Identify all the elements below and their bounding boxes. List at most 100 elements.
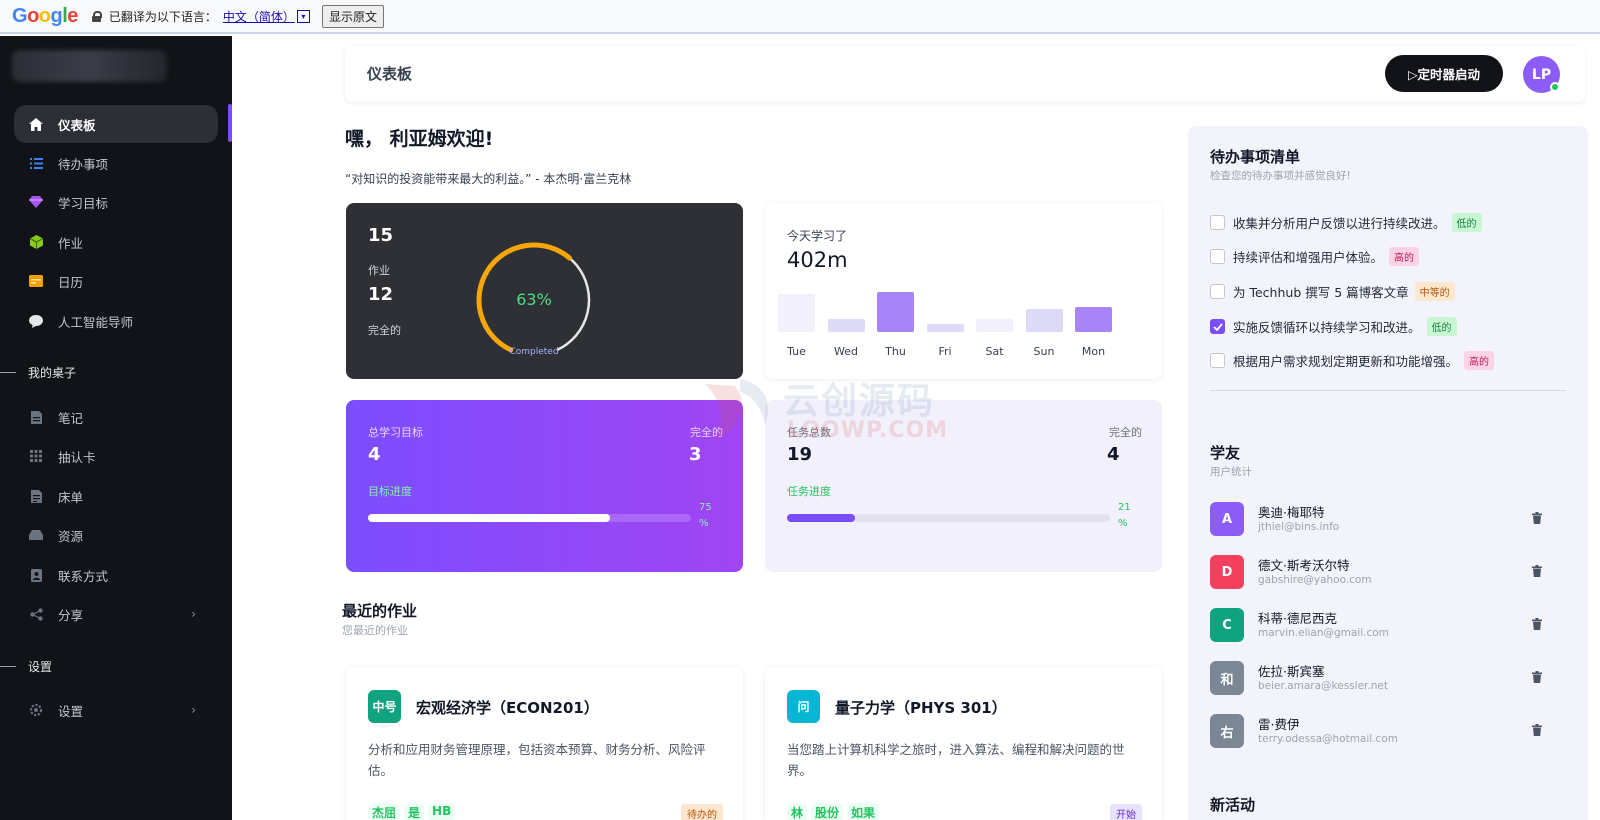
assignee-chip: 是 — [404, 803, 425, 820]
sidebar-item-label: 笔记 — [58, 410, 84, 426]
completion-caption: Completed — [509, 347, 559, 357]
study-bar-label: Wed — [834, 345, 858, 358]
sidebar-item-todo[interactable]: 待办事项 — [14, 144, 218, 182]
assignment-title: 量子力学（PHYS 301） — [835, 699, 1007, 717]
sidebar-item-flashcards[interactable]: 抽认卡 — [14, 437, 218, 475]
study-bar-label: Fri — [938, 345, 952, 358]
section-divider — [0, 666, 16, 667]
sidebar: 仪表板 待办事项 学习目标 作业 日历 人工智能导师 我的桌子 笔记 抽认卡 床… — [0, 36, 232, 820]
tasks-total: 19 — [787, 444, 813, 465]
trash-icon[interactable] — [1532, 724, 1542, 736]
translated-to-label: 已翻译为以下语言： — [108, 9, 217, 24]
assignment-card[interactable]: 问 量子力学（PHYS 301） 当您踏上计算机科学之旅时，进入算法、编程和解决… — [765, 667, 1162, 820]
tasks-completed: 4 — [1107, 444, 1120, 465]
studied-today-card: 今天学习了 402m Tue Wed Thu Fri Sat Sun Mon — [765, 203, 1162, 379]
language-dropdown-icon[interactable]: ▾ — [296, 9, 310, 23]
activity-title: 新活动 — [1210, 796, 1256, 814]
priority-badge: 低的 — [1426, 317, 1457, 336]
todo-text: 实施反馈循环以持续学习和改进。 — [1233, 320, 1421, 335]
top-header: 仪表板 ▷定时器启动 LP — [345, 46, 1585, 102]
sidebar-item-label: 抽认卡 — [58, 449, 96, 465]
sidebar-item-contacts[interactable]: 联系方式 — [14, 556, 218, 594]
todo-checkbox[interactable] — [1210, 353, 1225, 368]
todo-item[interactable]: 持续评估和增强用户体验。 高的 — [1210, 247, 1420, 266]
brand-logo[interactable] — [12, 50, 167, 82]
show-original-button[interactable]: 显示原文 — [321, 4, 384, 28]
sidebar-item-sheets[interactable]: 床单 — [14, 477, 218, 515]
sidebar-item-share[interactable]: 分享 › — [14, 595, 218, 633]
sidebar-item-dashboard[interactable]: 仪表板 — [14, 105, 218, 143]
friend-email: marvin.elian@gmail.com — [1258, 627, 1389, 639]
goals-completed-label: 完全的 — [690, 426, 723, 439]
study-bar-sat — [976, 319, 1013, 332]
friend-name: 德文·斯考沃尔特 — [1258, 558, 1350, 573]
assignee-chips: 林 股份 如果 — [787, 803, 880, 820]
section-label: 我的桌子 — [28, 366, 77, 380]
friend-avatar: C — [1210, 608, 1244, 642]
priority-badge: 中等的 — [1414, 282, 1455, 301]
friend-row: 右 雷·费伊 terry.odessa@hotmail.com — [1210, 712, 1560, 752]
todo-checkbox[interactable] — [1210, 319, 1225, 334]
tasks-total-label: 任务总数 — [787, 426, 831, 439]
study-bar-label: Tue — [787, 345, 806, 358]
todo-checkbox[interactable] — [1210, 284, 1225, 299]
assignee-chip: 林 — [787, 803, 808, 820]
diamond-icon — [28, 194, 44, 210]
friends-panel-subtitle: 用户统计 — [1210, 466, 1252, 478]
sidebar-item-settings[interactable]: 设置 › — [14, 691, 218, 729]
timer-start-button[interactable]: ▷定时器启动 — [1385, 55, 1503, 92]
sidebar-item-ai-tutor[interactable]: 人工智能导师 — [14, 302, 218, 340]
sidebar-item-label: 联系方式 — [58, 568, 109, 584]
goals-percent-value: 75 — [699, 502, 712, 513]
status-badge: 开始 — [1110, 804, 1142, 820]
todo-item[interactable]: 实施反馈循环以持续学习和改进。 低的 — [1210, 317, 1457, 336]
active-indicator — [228, 104, 232, 142]
goals-progress-percent: 75 % — [699, 500, 713, 532]
friend-row: D 德文·斯考沃尔特 gabshire@yahoo.com — [1210, 553, 1560, 593]
friend-row: A 奥迪·梅耶特 jthiel@bins.info — [1210, 500, 1560, 540]
sidebar-item-calendar[interactable]: 日历 — [14, 262, 218, 300]
todo-text: 根据用户需求规划定期更新和功能增强。 — [1233, 354, 1459, 369]
assignee-chip: 股份 — [811, 803, 844, 820]
todo-checkbox[interactable] — [1210, 249, 1225, 264]
completion-percent: 63% — [516, 290, 552, 309]
google-logo[interactable]: Google — [12, 5, 78, 28]
trash-icon[interactable] — [1532, 512, 1542, 524]
sidebar-item-notes[interactable]: 笔记 — [14, 398, 218, 436]
studied-today-value: 402m — [787, 248, 848, 272]
tasks-progress-percent: 21 % — [1118, 500, 1132, 532]
sidebar-item-goals[interactable]: 学习目标 — [14, 183, 218, 221]
check-icon — [1212, 322, 1223, 331]
study-bar-label: Sat — [985, 345, 1004, 358]
assignment-card[interactable]: 中号 宏观经济学（ECON201） 分析和应用财务管理原理，包括资本预算、财务分… — [346, 667, 743, 820]
todo-item[interactable]: 为 Techhub 撰写 5 篇博客文章 中等的 — [1210, 282, 1455, 301]
sidebar-item-label: 床单 — [58, 489, 84, 505]
section-divider — [0, 372, 16, 373]
friends-panel-title: 学友 — [1210, 444, 1241, 462]
trash-icon[interactable] — [1532, 671, 1542, 683]
lock-icon — [91, 11, 102, 22]
assignee-chip: 杰屈 — [368, 803, 401, 820]
avatar[interactable]: LP — [1523, 56, 1560, 93]
todo-item[interactable]: 根据用户需求规划定期更新和功能增强。 高的 — [1210, 351, 1495, 370]
study-bar-tue — [778, 294, 815, 332]
gear-icon — [28, 702, 44, 718]
sidebar-item-resources[interactable]: 资源 — [14, 516, 218, 554]
trash-icon[interactable] — [1532, 618, 1542, 630]
todo-item[interactable]: 收集并分析用户反馈以进行持续改进。 低的 — [1210, 213, 1482, 232]
sidebar-item-assignments[interactable]: 作业 — [14, 223, 218, 261]
language-link[interactable]: 中文（简体） — [223, 8, 295, 25]
friend-avatar: 右 — [1210, 714, 1244, 748]
trash-icon[interactable] — [1532, 565, 1542, 577]
goals-stat-card: 总学习目标 完全的 4 3 目标进度 75 % — [346, 400, 743, 572]
sidebar-item-label: 作业 — [58, 235, 84, 251]
total-assignments-label: 作业 — [368, 264, 390, 277]
chevron-right-icon: › — [191, 703, 196, 717]
sheet-icon — [28, 488, 44, 504]
study-bar-label: Mon — [1081, 345, 1106, 358]
sidebar-item-label: 学习目标 — [58, 195, 109, 211]
todo-checkbox[interactable] — [1210, 215, 1225, 230]
goals-percent-sign: % — [699, 518, 709, 529]
section-my-desk: 我的桌子 — [0, 364, 76, 381]
friend-row: C 科蒂·德尼西克 marvin.elian@gmail.com — [1210, 606, 1560, 646]
